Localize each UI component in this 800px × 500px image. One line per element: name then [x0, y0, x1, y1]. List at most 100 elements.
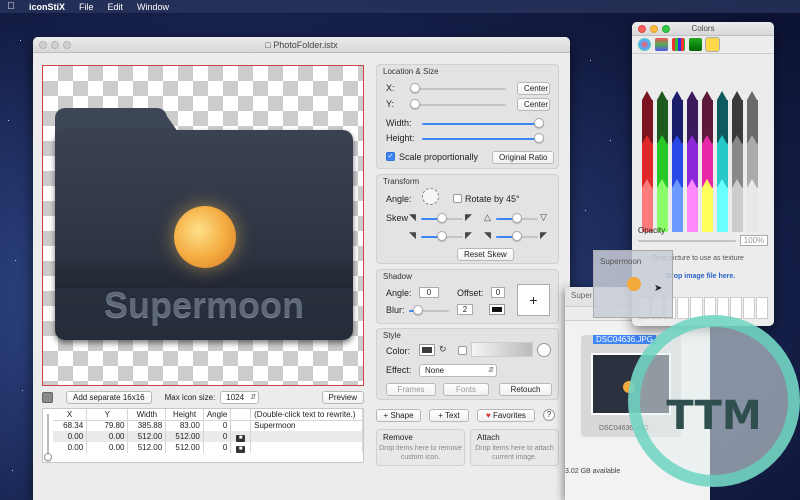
scale-proportionally-checkbox[interactable]: ✓: [386, 152, 395, 161]
crayon[interactable]: [717, 179, 728, 232]
width-slider-track[interactable]: [422, 123, 540, 125]
effect-select[interactable]: None ⇵: [419, 364, 497, 377]
effect-label: Effect:: [386, 365, 412, 375]
color-wheel-icon[interactable]: [638, 38, 651, 51]
add-separate-button[interactable]: Add separate 16x16: [66, 391, 152, 404]
crayons-icon[interactable]: [705, 37, 720, 52]
crayon-box[interactable]: [638, 90, 768, 232]
menu-edit[interactable]: Edit: [101, 2, 131, 12]
retouch-button[interactable]: Retouch: [499, 383, 552, 396]
shadow-color-well[interactable]: [489, 304, 505, 315]
file-name-selected[interactable]: DSC04636.JPG: [593, 335, 656, 344]
max-icon-select[interactable]: 1024 ⇵: [220, 391, 260, 404]
folder-icon: Supermoon: [55, 108, 353, 340]
crayon[interactable]: [732, 179, 743, 232]
menu-window[interactable]: Window: [130, 2, 176, 12]
menu-file[interactable]: File: [72, 2, 101, 12]
main-titlebar[interactable]: □ PhotoFolder.istx: [33, 37, 570, 53]
angle-label: Angle:: [386, 194, 412, 204]
frames-button[interactable]: Frames: [386, 383, 436, 396]
angle-dial[interactable]: [422, 188, 439, 205]
fonts-button[interactable]: Fonts: [443, 383, 489, 396]
col-x[interactable]: X: [53, 409, 88, 421]
drop-image-label[interactable]: Drop image file here.: [666, 273, 735, 280]
skew-v1-knob[interactable]: [512, 213, 522, 223]
style-color-well[interactable]: [419, 344, 435, 356]
gradient-checkbox[interactable]: [458, 346, 467, 355]
skew-top2-icon: ◥: [484, 230, 491, 240]
x-slider-track[interactable]: [413, 88, 506, 90]
shadow-angle-label: Angle:: [386, 288, 412, 298]
menu-app[interactable]: iconStiX: [22, 2, 72, 12]
crayon[interactable]: [672, 179, 683, 232]
width-slider-knob[interactable]: [534, 118, 544, 128]
icon-canvas[interactable]: Supermoon: [42, 65, 364, 386]
apple-menu-icon[interactable]: : [0, 1, 22, 12]
crayon[interactable]: [747, 179, 758, 232]
skew-h1-knob[interactable]: [437, 213, 447, 223]
gradient-bar[interactable]: [471, 342, 533, 357]
color-sliders-icon[interactable]: [655, 38, 668, 51]
colors-close-button[interactable]: [638, 25, 646, 33]
skew-v2-knob[interactable]: [512, 231, 522, 241]
remove-drop-area[interactable]: Remove Drop items here to remove custom …: [376, 429, 465, 466]
colors-titlebar[interactable]: Colors: [632, 22, 774, 36]
skew-h2-knob[interactable]: [437, 231, 447, 241]
window-title: PhotoFolder.istx: [273, 40, 338, 50]
refresh-icon[interactable]: ↻: [439, 344, 447, 355]
add-shape-button[interactable]: + Shape: [376, 409, 421, 422]
image-palettes-icon[interactable]: [689, 38, 702, 51]
table-row[interactable]: 0.00 0.00 512.00 512.00 0 ■: [53, 431, 363, 442]
shadow-blur-label: Blur:: [386, 305, 405, 315]
layer-vertical-slider[interactable]: [43, 409, 53, 464]
crayon[interactable]: [702, 179, 713, 232]
ttm-watermark-logo: TTM: [628, 315, 800, 487]
shadow-add-button[interactable]: +: [517, 284, 550, 316]
preview-button[interactable]: Preview: [321, 391, 364, 404]
x-slider-knob[interactable]: [410, 83, 420, 93]
add-text-button[interactable]: + Text: [429, 409, 469, 422]
close-button[interactable]: [39, 41, 47, 49]
folder-label-text[interactable]: Supermoon: [55, 284, 353, 326]
opacity-slider[interactable]: [638, 240, 736, 242]
opacity-field[interactable]: 100%: [740, 235, 768, 246]
attach-drop-area[interactable]: Attach Drop items here to attach current…: [470, 429, 559, 466]
colors-toolbar: [632, 36, 774, 54]
skew-left2-icon: ◥: [409, 230, 416, 240]
color-palettes-icon[interactable]: [672, 38, 685, 51]
color-swatch[interactable]: [42, 392, 53, 403]
image-layer-icon: ■: [236, 445, 246, 453]
col-y[interactable]: Y: [86, 409, 129, 421]
crayon[interactable]: [687, 179, 698, 232]
shadow-offset-field[interactable]: 0: [491, 287, 505, 298]
x-center-button[interactable]: Center: [517, 82, 550, 95]
reset-skew-button[interactable]: Reset Skew: [457, 248, 514, 261]
colors-minimize-button[interactable]: [650, 25, 658, 33]
shadow-angle-field[interactable]: 0: [419, 287, 439, 298]
col-height[interactable]: Height: [165, 409, 204, 421]
col-angle[interactable]: Angle: [203, 409, 232, 421]
table-row[interactable]: 0.00 0.00 512.00 512.00 0 ■: [53, 442, 363, 453]
favorites-button[interactable]: ♥ Favorites: [477, 409, 535, 422]
height-slider-knob[interactable]: [534, 133, 544, 143]
table-row[interactable]: 68.34 79.80 385.88 83.00 0 Supermoon: [53, 420, 363, 431]
height-slider-track[interactable]: [422, 138, 540, 140]
shadow-blur-field[interactable]: 2: [457, 304, 473, 315]
watermark-text: TTM: [666, 393, 762, 439]
y-slider-knob[interactable]: [410, 99, 420, 109]
skew-bottom-icon: ▽: [540, 212, 547, 222]
y-slider-track[interactable]: [413, 104, 506, 106]
col-width[interactable]: Width: [127, 409, 167, 421]
skew-right2-icon: ◤: [465, 230, 472, 240]
minimize-button[interactable]: [51, 41, 59, 49]
colors-zoom-button[interactable]: [662, 25, 670, 33]
original-ratio-button[interactable]: Original Ratio: [492, 151, 555, 164]
rotate-45-checkbox[interactable]: [453, 194, 462, 203]
y-center-button[interactable]: Center: [517, 98, 550, 111]
gradient-angle-dial[interactable]: [537, 343, 551, 357]
transform-panel-title: Transform: [383, 177, 420, 186]
shadow-blur-knob[interactable]: [413, 305, 423, 315]
zoom-button[interactable]: [63, 41, 71, 49]
help-button[interactable]: ?: [543, 409, 555, 421]
canvas-bottom-bar: Add separate 16x16 Max icon size: 1024 ⇵ …: [42, 391, 364, 404]
